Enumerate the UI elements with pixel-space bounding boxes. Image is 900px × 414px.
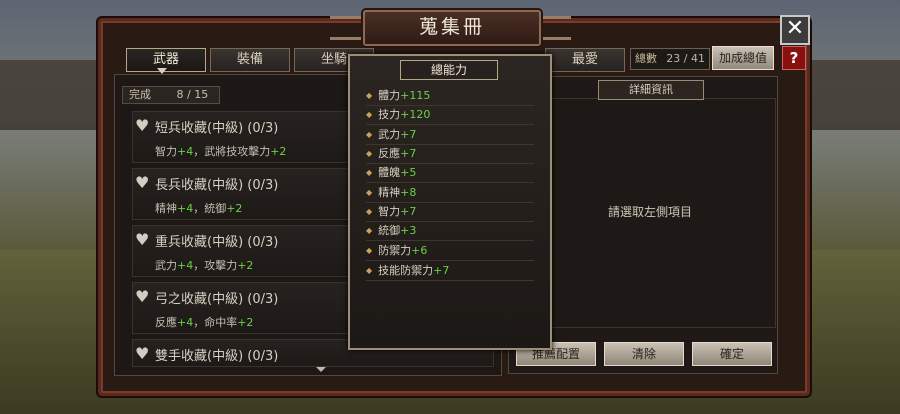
diamond-icon: ◆ [366,246,373,255]
progress-value: 8 / 15 [176,88,209,101]
stat-row: ◆ 統御+3 [366,222,534,241]
tab-equipment[interactable]: 裝備 [210,48,290,72]
total-value: 23 / 41 [666,52,705,65]
collection-name: 雙手收藏(中級) (0/3) [155,349,279,364]
window-title-plate: 蒐集冊 [363,10,541,46]
stat-row: ◆ 體力+115 [366,87,534,106]
diamond-icon: ◆ [366,226,373,235]
stat-row: ◆ 武力+7 [366,126,534,145]
completion-progress: 完成 8 / 15 [122,86,220,104]
title-ornament-right [537,16,571,40]
diamond-icon: ◆ [366,91,373,100]
detail-hint: 請選取左側項目 [607,205,692,219]
stat-row: ◆ 技力+120 [366,106,534,125]
stat-row: ◆ 智力+7 [366,203,534,222]
window-title: 蒐集冊 [418,16,485,38]
stat-row: ◆ 反應+7 [366,145,534,164]
diamond-icon: ◆ [366,266,373,275]
collection-bonus: 智力+4，武將技攻擊力+2 [155,145,287,158]
diamond-icon: ◆ [366,188,373,197]
title-ornament-left [330,16,364,40]
diamond-icon: ◆ [366,149,373,158]
scroll-down-icon[interactable] [316,367,326,372]
collection-name: 弓之收藏(中級) (0/3) [155,292,279,307]
total-count: 總數 23 / 41 [630,48,710,70]
collection-name: 長兵收藏(中級) (0/3) [155,178,279,193]
add-total-button[interactable]: 加成總值 [712,46,774,70]
stat-row: ◆ 技能防禦力+7 [366,262,534,281]
diamond-icon: ◆ [366,207,373,216]
diamond-icon: ◆ [366,130,373,139]
collection-name: 重兵收藏(中級) (0/3) [155,235,279,250]
collection-bonus: 精神+4，統御+2 [155,202,243,215]
total-label: 總數 [635,52,657,65]
heart-icon: ♥ [135,116,150,135]
stat-row: ◆ 體魄+5 [366,164,534,183]
diamond-icon: ◆ [366,110,373,119]
detail-title: 詳細資訊 [598,80,704,100]
help-button[interactable]: ? [782,46,806,70]
collection-bonus: 武力+4，攻擊力+2 [155,259,254,272]
heart-icon: ♥ [135,287,150,306]
confirm-button[interactable]: 確定 [692,342,772,366]
progress-label: 完成 [129,88,151,101]
popup-title: 總能力 [400,60,498,80]
heart-icon: ♥ [135,173,150,192]
close-button[interactable]: ✕ [780,15,810,45]
heart-icon: ♥ [135,230,150,249]
heart-icon: ♥ [135,344,150,363]
stat-row: ◆ 精神+8 [366,184,534,203]
diamond-icon: ◆ [366,168,373,177]
stat-row: ◆ 防禦力+6 [366,242,534,261]
collection-name: 短兵收藏(中級) (0/3) [155,121,279,136]
tab-favorites[interactable]: 最愛 [545,48,625,72]
clear-button[interactable]: 清除 [604,342,684,366]
collection-bonus: 反應+4，命中率+2 [155,316,254,329]
